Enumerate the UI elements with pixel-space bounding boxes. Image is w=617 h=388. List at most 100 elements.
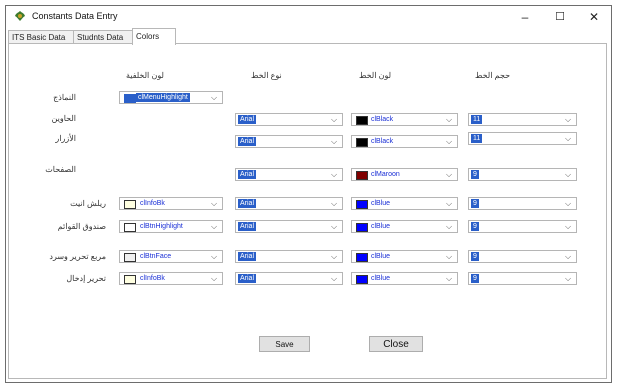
chevron-down-icon: ⌵ xyxy=(211,252,218,261)
combo-value: Arial xyxy=(238,252,257,261)
chevron-down-icon: ⌵ xyxy=(331,115,338,124)
listbox-color-combo[interactable]: clBlue ⌵ xyxy=(351,220,458,233)
chevron-down-icon: ⌵ xyxy=(211,222,218,231)
row-label-edit-field: ريلش انيت xyxy=(70,199,106,208)
input-color-combo[interactable]: clBlue ⌵ xyxy=(351,272,458,285)
combo-value: Arial xyxy=(238,199,257,208)
chevron-down-icon: ⌵ xyxy=(331,222,338,231)
combo-value: clBlue xyxy=(371,253,391,260)
chevron-down-icon: ⌵ xyxy=(446,252,453,261)
title-bar: Constants Data Entry – ☐ ✕ xyxy=(6,6,611,28)
row4-font-combo[interactable]: Arial ⌵ xyxy=(235,197,343,210)
combo-value: Arial xyxy=(238,170,257,179)
row4-color-combo[interactable]: clBlue ⌵ xyxy=(351,197,458,210)
color-swatch xyxy=(356,116,368,125)
combobox-color-combo[interactable]: clBlue ⌵ xyxy=(351,250,458,263)
color-swatch xyxy=(124,275,136,284)
chevron-down-icon: ⌵ xyxy=(331,137,338,146)
tab-colors[interactable]: Colors xyxy=(132,28,176,45)
chevron-down-icon: ⌵ xyxy=(565,134,572,143)
color-swatch xyxy=(124,94,136,103)
row-label-forms: النماذج xyxy=(53,93,76,102)
row-label-buttons: الأزرار xyxy=(55,134,76,143)
chevron-down-icon: ⌵ xyxy=(331,274,338,283)
save-button[interactable]: Save xyxy=(259,336,310,352)
colors-panel: لون الخلفية نوع الخط لون الخط حجم الخط ا… xyxy=(8,43,607,379)
input-background-combo[interactable]: clInfoBk ⌵ xyxy=(119,272,223,285)
chevron-down-icon: ⌵ xyxy=(211,199,218,208)
row-label-combo-box: مربع تحرير وسرد xyxy=(49,252,106,261)
color-swatch xyxy=(356,253,368,262)
constants-window: Constants Data Entry – ☐ ✕ ITS Basic Dat… xyxy=(5,5,612,383)
header-background-color: لون الخلفية xyxy=(126,71,164,80)
buttons-size-combo[interactable]: 11 ⌵ xyxy=(468,132,577,145)
chevron-down-icon: ⌵ xyxy=(211,274,218,283)
chevron-down-icon: ⌵ xyxy=(565,274,572,283)
chevron-down-icon: ⌵ xyxy=(565,222,572,231)
containers-color-combo[interactable]: clBlack ⌵ xyxy=(351,113,458,126)
combo-value: clBlue xyxy=(371,223,391,230)
row4-background-combo[interactable]: clInfoBk ⌵ xyxy=(119,197,223,210)
combo-value: clBlack xyxy=(371,138,394,145)
chevron-down-icon: ⌵ xyxy=(331,199,338,208)
chevron-down-icon: ⌵ xyxy=(446,115,453,124)
pages-color-combo[interactable]: clMaroon ⌵ xyxy=(351,168,458,181)
chevron-down-icon: ⌵ xyxy=(565,199,572,208)
combo-value: clMenuHighlight xyxy=(136,93,190,102)
row-label-list-box: صندوق القوائم xyxy=(57,222,106,231)
chevron-down-icon: ⌵ xyxy=(446,137,453,146)
chevron-down-icon: ⌵ xyxy=(331,170,338,179)
combo-value: Arial xyxy=(238,274,257,283)
header-font-color: لون الخط xyxy=(359,71,392,80)
close-window-button[interactable]: ✕ xyxy=(577,6,611,28)
maximize-button[interactable]: ☐ xyxy=(543,6,577,28)
listbox-size-combo[interactable]: 9 ⌵ xyxy=(468,220,577,233)
color-swatch xyxy=(356,275,368,284)
combo-value: Arial xyxy=(238,137,257,146)
row4-size-combo[interactable]: 9 ⌵ xyxy=(468,197,577,210)
close-button[interactable]: Close xyxy=(369,336,423,352)
pages-size-combo[interactable]: 9 ⌵ xyxy=(468,168,577,181)
chevron-down-icon: ⌵ xyxy=(331,252,338,261)
chevron-down-icon: ⌵ xyxy=(446,199,453,208)
combobox-size-combo[interactable]: 9 ⌵ xyxy=(468,250,577,263)
pages-font-combo[interactable]: Arial ⌵ xyxy=(235,168,343,181)
color-swatch xyxy=(356,138,368,147)
color-swatch xyxy=(356,171,368,180)
header-font-size: حجم الخط xyxy=(475,71,511,80)
containers-size-combo[interactable]: 11 ⌵ xyxy=(468,113,577,126)
tab-studnts-data[interactable]: Studnts Data xyxy=(73,30,134,44)
input-size-combo[interactable]: 9 ⌵ xyxy=(468,272,577,285)
combobox-background-combo[interactable]: clBtnFace ⌵ xyxy=(119,250,223,263)
listbox-background-combo[interactable]: clBtnHighlight ⌵ xyxy=(119,220,223,233)
color-swatch xyxy=(124,223,136,232)
minimize-button[interactable]: – xyxy=(508,6,542,28)
tab-its-basic-data[interactable]: ITS Basic Data xyxy=(8,30,74,44)
combo-value: Arial xyxy=(238,222,257,231)
combo-value: 9 xyxy=(471,274,479,283)
color-swatch xyxy=(124,253,136,262)
combo-value: 11 xyxy=(471,115,483,124)
chevron-down-icon: ⌵ xyxy=(446,170,453,179)
header-font-type: نوع الخط xyxy=(251,71,282,80)
combo-value: clInfoBk xyxy=(140,275,165,282)
chevron-down-icon: ⌵ xyxy=(565,170,572,179)
combo-value: clBlue xyxy=(371,200,391,207)
row-label-containers: الحاوين xyxy=(51,114,76,123)
window-title: Constants Data Entry xyxy=(32,11,118,21)
combobox-font-combo[interactable]: Arial ⌵ xyxy=(235,250,343,263)
combo-value: 11 xyxy=(471,134,483,143)
color-swatch xyxy=(124,200,136,209)
combo-value: Arial xyxy=(238,115,257,124)
color-swatch xyxy=(356,200,368,209)
forms-background-combo[interactable]: clMenuHighlight ⌵ xyxy=(119,91,223,104)
combo-value: 9 xyxy=(471,170,479,179)
combo-value: clInfoBk xyxy=(140,200,165,207)
listbox-font-combo[interactable]: Arial ⌵ xyxy=(235,220,343,233)
row-label-pages: الصفحات xyxy=(45,165,76,174)
buttons-font-combo[interactable]: Arial ⌵ xyxy=(235,135,343,148)
input-font-combo[interactable]: Arial ⌵ xyxy=(235,272,343,285)
buttons-color-combo[interactable]: clBlack ⌵ xyxy=(351,135,458,148)
containers-font-combo[interactable]: Arial ⌵ xyxy=(235,113,343,126)
combo-value: 9 xyxy=(471,252,479,261)
